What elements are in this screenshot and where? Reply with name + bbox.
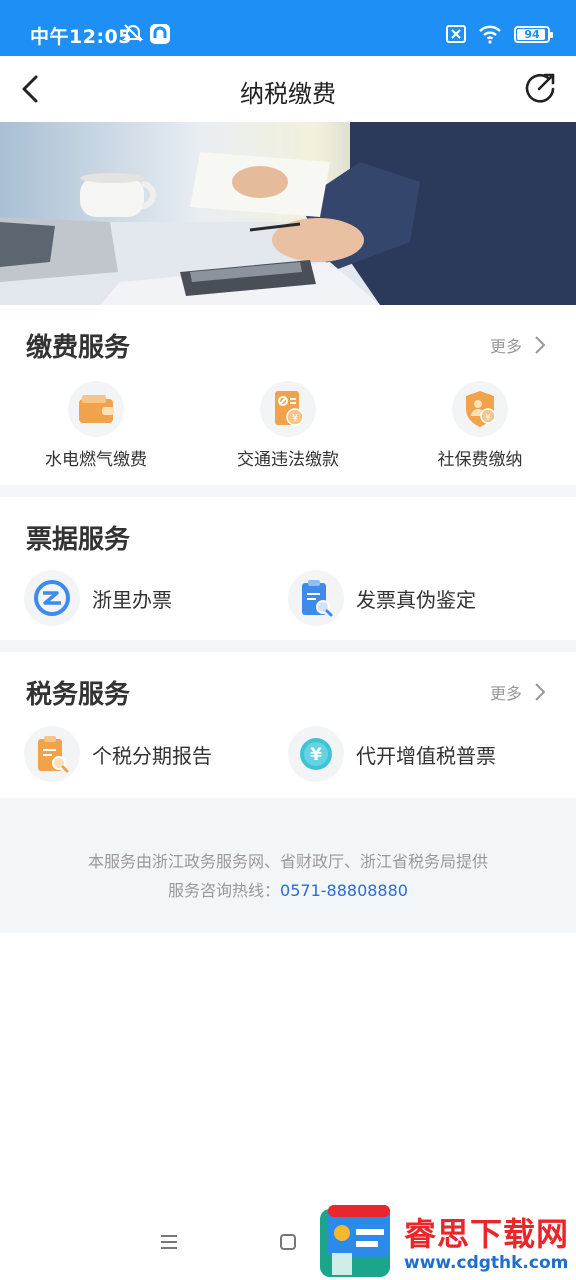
section-title: 缴费服务 [26,333,131,363]
service-item-utility[interactable]: 水电燃气缴费 [0,381,192,470]
status-bar: 中午12:05 94 [0,0,576,56]
wallet-icon [68,381,124,437]
service-label: 代开增值税普票 [356,743,496,768]
service-label: 交通违法缴款 [237,450,339,470]
fee-services-more-link[interactable]: 更多 [490,333,546,357]
home-icon[interactable] [279,1233,297,1251]
invoice-services-section: 票据服务 浙里办票 发票真伪鉴定 [0,497,576,640]
svg-text:¥: ¥ [485,413,491,423]
service-label: 浙里办票 [92,587,172,612]
service-item-traffic-fine[interactable]: ¥ 交通违法缴款 [192,381,384,470]
invoice-verify-icon [288,570,344,626]
hotline-line: 服务咨询热线：0571-88808880 [0,877,576,901]
service-label: 个税分期报告 [92,743,212,768]
battery-level: 94 [524,27,540,41]
fee-services-section: 缴费服务 更多 水电燃气缴费 ¥ 交通违法缴款 ¥ 社保费缴纳 [0,305,576,485]
app-notification-icon [150,24,170,44]
social-security-icon: ¥ [452,381,508,437]
svg-text:¥: ¥ [310,745,322,765]
zhelibanpiao-logo-icon [24,570,80,626]
service-label: 水电燃气缴费 [45,450,147,470]
more-label: 更多 [489,337,522,356]
watermark-url: www.cdgthk.com [404,1253,569,1273]
page-title: 纳税缴费 [240,80,336,108]
yuan-coin-icon: ¥ [288,726,344,782]
watermark-logo-icon [320,1205,390,1277]
hotline-number[interactable]: 0571-88808880 [280,881,408,900]
battery-icon: 94 [514,25,553,43]
site-watermark: 睿思下载网 www.cdgthk.com [318,1203,576,1280]
wifi-icon [479,25,501,44]
more-label: 更多 [489,684,522,703]
bell-muted-icon [122,24,144,42]
tax-report-icon [24,726,80,782]
chevron-right-icon [535,683,546,701]
chevron-right-icon [535,336,546,354]
service-provider-footer: 本服务由浙江政务服务网、省财政厅、浙江省税务局提供 服务咨询热线：0571-88… [0,798,576,933]
tax-services-section: 税务服务 更多 个税分期报告 ¥ 代开增值税普票 [0,652,576,798]
nav-bar: 纳税缴费 [0,56,576,122]
section-divider [0,640,576,652]
service-label: 社保费缴纳 [437,450,523,470]
menu-icon[interactable] [160,1233,178,1251]
section-title: 票据服务 [26,525,131,555]
section-divider [0,485,576,497]
hotline-label: 服务咨询热线： [168,881,281,900]
sim-off-icon [446,25,466,43]
service-item-zhelibanpiao[interactable]: 浙里办票 [24,570,288,626]
provider-text: 本服务由浙江政务服务网、省财政厅、浙江省税务局提供 [87,852,488,871]
banner-illustration [0,122,576,305]
service-item-social-security[interactable]: ¥ 社保费缴纳 [384,381,576,470]
share-external-icon[interactable] [522,70,558,106]
watermark-brand: 睿思下载网 [404,1215,570,1253]
section-title: 税务服务 [26,680,131,710]
banner-image [0,122,576,305]
traffic-fine-icon: ¥ [260,381,316,437]
service-item-invoice-verify[interactable]: 发票真伪鉴定 [288,570,552,626]
service-item-tax-installment-report[interactable]: 个税分期报告 [24,726,288,782]
svg-text:¥: ¥ [292,413,298,424]
tax-services-more-link[interactable]: 更多 [490,680,546,704]
service-item-vat-invoice[interactable]: ¥ 代开增值税普票 [288,726,552,782]
service-label: 发票真伪鉴定 [356,587,476,612]
status-time: 中午12:05 [30,26,132,48]
